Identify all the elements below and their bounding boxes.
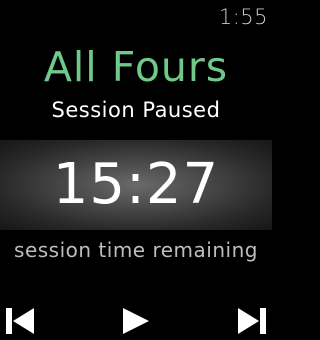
timer-caption: session time remaining: [14, 238, 258, 262]
exercise-title: All Fours: [43, 43, 229, 91]
status-time: 1:55: [218, 5, 268, 29]
timer-panel: 15:27: [0, 140, 272, 230]
skip-next-icon: [238, 308, 266, 334]
session-status-label: Session Paused: [51, 98, 221, 122]
previous-button[interactable]: [0, 302, 40, 340]
skip-previous-icon: [6, 308, 34, 334]
playback-controls: [0, 302, 272, 340]
play-button[interactable]: [116, 302, 156, 340]
next-button[interactable]: [232, 302, 272, 340]
timer-value: 15:27: [52, 152, 220, 217]
watch-screen: 1:55 All Fours Session Paused 15:27 sess…: [0, 0, 272, 340]
play-icon: [123, 308, 149, 334]
